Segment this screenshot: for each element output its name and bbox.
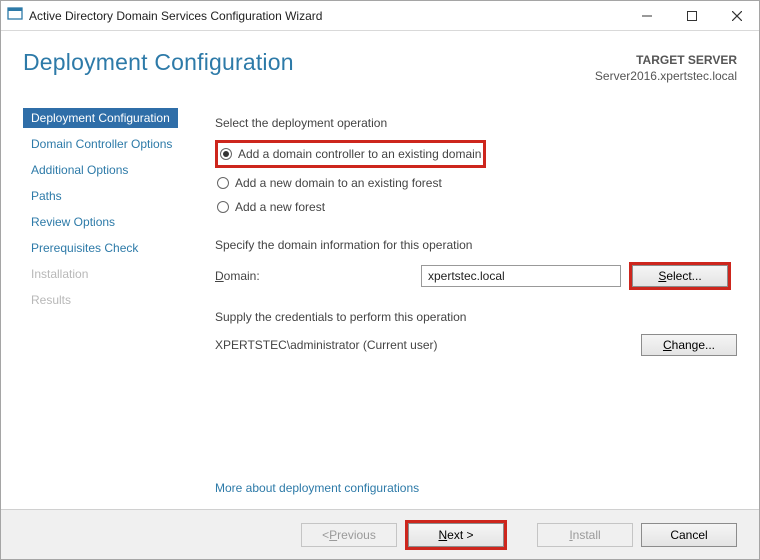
radio-label: Add a domain controller to an existing d… (238, 145, 481, 163)
next-highlight: Next > (405, 520, 507, 550)
window-controls (624, 1, 759, 30)
nav-prerequisites-check[interactable]: Prerequisites Check (23, 238, 146, 258)
close-button[interactable] (714, 1, 759, 30)
domain-row: Domain: Select... (215, 262, 737, 290)
select-operation-label: Select the deployment operation (215, 114, 737, 132)
supply-creds-label: Supply the credentials to perform this o… (215, 308, 737, 326)
radio-label: Add a new domain to an existing forest (235, 174, 442, 192)
titlebar: Active Directory Domain Services Configu… (1, 1, 759, 31)
app-icon (7, 6, 23, 25)
specify-domain-label: Specify the domain information for this … (215, 236, 737, 254)
target-server-block: TARGET SERVER Server2016.xpertstec.local (595, 49, 737, 84)
minimize-button[interactable] (624, 1, 669, 30)
current-user: XPERTSTEC\administrator (Current user) (215, 336, 633, 354)
nav-additional-options[interactable]: Additional Options (23, 160, 136, 180)
next-button[interactable]: Next > (408, 523, 504, 547)
nav-installation: Installation (23, 264, 96, 284)
radio-add-dc-existing-domain[interactable]: Add a domain controller to an existing d… (215, 140, 486, 168)
nav-paths[interactable]: Paths (23, 186, 70, 206)
select-domain-button[interactable]: Select... (632, 265, 728, 287)
more-link[interactable]: More about deployment configurations (215, 481, 419, 495)
main-panel: Select the deployment operation Add a do… (201, 84, 759, 374)
footer: < Previous Next > Install Cancel (1, 509, 759, 559)
radio-add-domain-existing-forest[interactable]: Add a new domain to an existing forest (215, 172, 737, 194)
radio-label: Add a new forest (235, 198, 325, 216)
change-credentials-button[interactable]: Change... (641, 334, 737, 356)
target-server-label: TARGET SERVER (595, 53, 737, 69)
content: Deployment Configuration Domain Controll… (1, 84, 759, 374)
domain-label: Domain: (215, 267, 413, 285)
deployment-operation-radios: Add a domain controller to an existing d… (215, 138, 737, 218)
window-title: Active Directory Domain Services Configu… (29, 9, 322, 23)
radio-icon (220, 148, 232, 160)
install-button: Install (537, 523, 633, 547)
page-title: Deployment Configuration (23, 49, 294, 76)
titlebar-left: Active Directory Domain Services Configu… (7, 6, 322, 25)
radio-icon (217, 177, 229, 189)
radio-icon (217, 201, 229, 213)
select-highlight: Select... (629, 262, 731, 290)
header: Deployment Configuration TARGET SERVER S… (1, 31, 759, 84)
nav-results: Results (23, 290, 79, 310)
creds-row: XPERTSTEC\administrator (Current user) C… (215, 334, 737, 356)
cancel-button[interactable]: Cancel (641, 523, 737, 547)
target-server-name: Server2016.xpertstec.local (595, 69, 737, 85)
nav-review-options[interactable]: Review Options (23, 212, 123, 232)
domain-input[interactable] (421, 265, 621, 287)
previous-button: < Previous (301, 523, 397, 547)
radio-add-new-forest[interactable]: Add a new forest (215, 196, 737, 218)
maximize-button[interactable] (669, 1, 714, 30)
nav-domain-controller-options[interactable]: Domain Controller Options (23, 134, 180, 154)
sidebar: Deployment Configuration Domain Controll… (1, 84, 201, 374)
nav-deployment-configuration[interactable]: Deployment Configuration (23, 108, 178, 128)
